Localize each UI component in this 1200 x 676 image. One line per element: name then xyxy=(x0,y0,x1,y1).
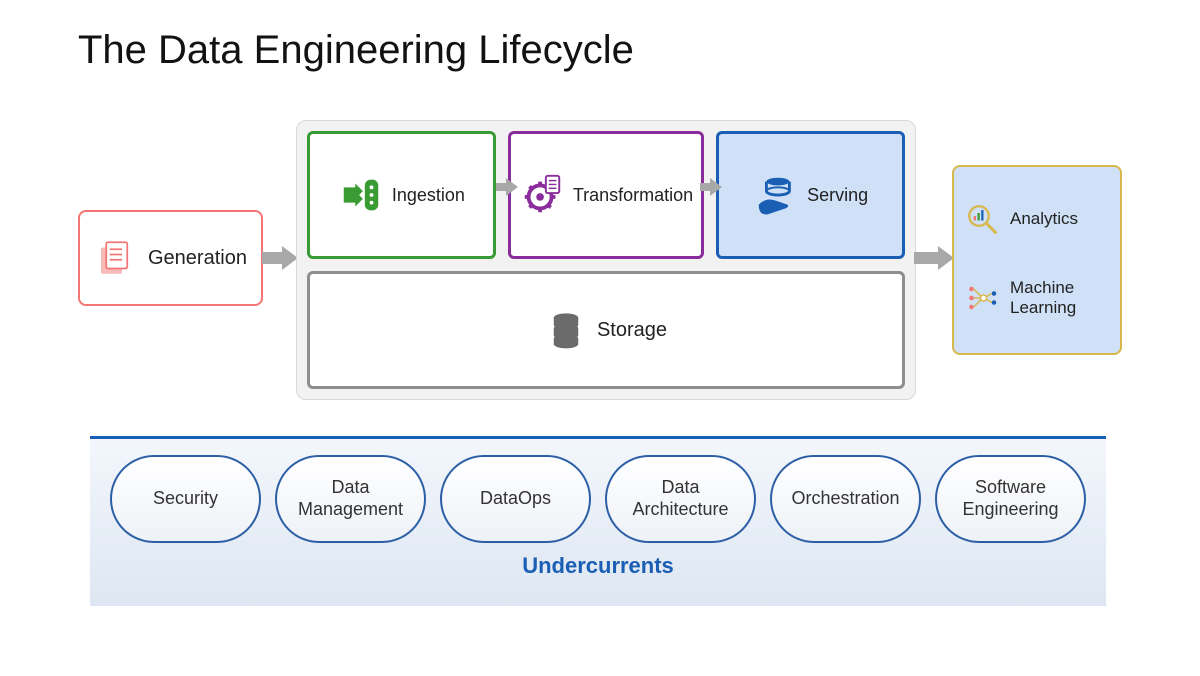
core-lifecycle-container: Ingestion Transformation Serving Storage xyxy=(296,120,916,400)
generation-label: Generation xyxy=(148,247,247,270)
stage-storage: Storage xyxy=(307,271,905,389)
output-ml-label: Machine Learning xyxy=(1010,278,1110,319)
pill-orchestration: Orchestration xyxy=(770,455,921,543)
stage-storage-label: Storage xyxy=(597,319,667,342)
stage-serving-label: Serving xyxy=(807,185,868,206)
undercurrents-pills: Security Data Management DataOps Data Ar… xyxy=(110,455,1086,543)
arrow-transformation-to-serving xyxy=(700,178,722,196)
output-analytics: Analytics xyxy=(964,201,1110,237)
stage-ingestion: Ingestion xyxy=(307,131,496,259)
outputs-box: Analytics Machine Learning xyxy=(952,165,1122,355)
core-stages-row: Ingestion Transformation Serving xyxy=(307,131,905,259)
gear-icon xyxy=(519,172,565,218)
generation-box: Generation xyxy=(78,210,263,306)
arrow-ingestion-to-transformation xyxy=(496,178,518,196)
pill-data-management: Data Management xyxy=(275,455,426,543)
output-analytics-label: Analytics xyxy=(1010,209,1078,229)
pill-data-architecture: Data Architecture xyxy=(605,455,756,543)
stage-transformation-label: Transformation xyxy=(573,185,693,206)
arrow-core-to-output xyxy=(914,246,954,270)
magnifier-chart-icon xyxy=(964,201,1000,237)
stage-ingestion-label: Ingestion xyxy=(392,185,465,206)
database-icon xyxy=(545,309,587,351)
pill-software-engineering: Software Engineering xyxy=(935,455,1086,543)
stage-transformation: Transformation xyxy=(508,131,704,259)
pill-security: Security xyxy=(110,455,261,543)
arrow-gen-to-core xyxy=(262,246,298,270)
ml-network-icon xyxy=(964,280,1000,316)
ingestion-icon xyxy=(338,172,384,218)
diagram-title: The Data Engineering Lifecycle xyxy=(78,28,634,73)
undercurrents-label: Undercurrents xyxy=(522,553,674,579)
stage-serving: Serving xyxy=(716,131,905,259)
undercurrents-panel: Security Data Management DataOps Data Ar… xyxy=(90,436,1106,606)
pill-dataops: DataOps xyxy=(440,455,591,543)
serve-icon xyxy=(753,172,799,218)
document-icon xyxy=(94,237,136,279)
output-ml: Machine Learning xyxy=(964,278,1110,319)
